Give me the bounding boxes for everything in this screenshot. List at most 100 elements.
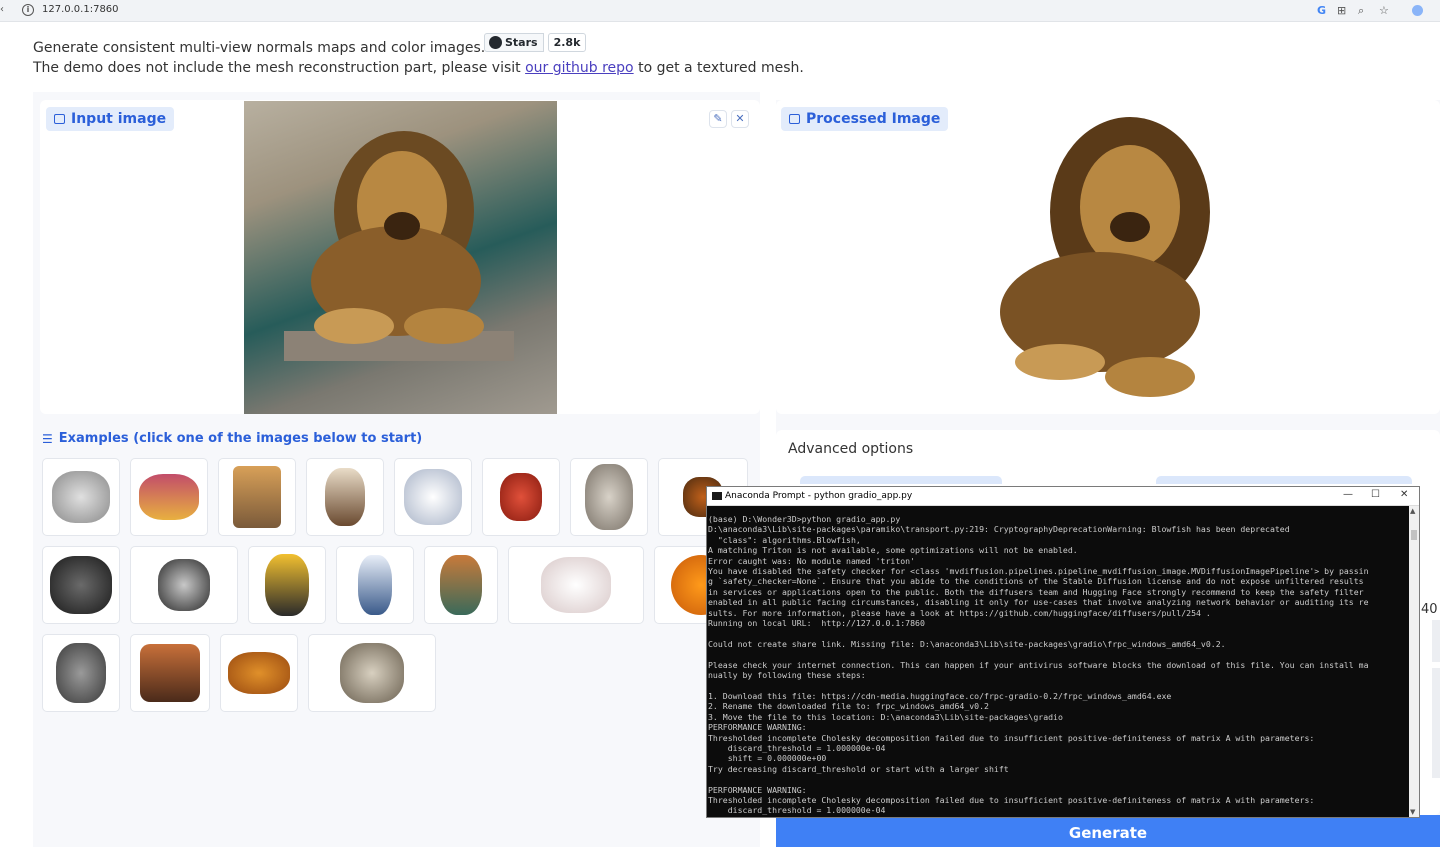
vase-example	[358, 555, 392, 615]
terminal-line: You have disabled the safety checker for…	[708, 566, 1369, 577]
terminal-line: shift = 0.000000e+00	[708, 753, 827, 764]
maximize-icon[interactable]: ☐	[1371, 489, 1380, 500]
scroll-thumb[interactable]	[1411, 530, 1417, 540]
zoom-icon[interactable]: ⌕	[1358, 4, 1364, 18]
duck-figure-example	[265, 554, 309, 616]
terminal-line: (base) D:\Wonder3D>python gradio_app.py	[708, 514, 901, 524]
terminal-line: Thresholded incomplete Cholesky decompos…	[708, 732, 1315, 743]
example-thumb[interactable]	[130, 546, 238, 624]
bread-basket-example	[233, 466, 281, 528]
skull-example	[56, 643, 106, 703]
example-thumb[interactable]	[218, 458, 296, 536]
terminal-line: A matching Triton is not available, some…	[708, 545, 1078, 556]
description-line-1: Generate consistent multi-view normals m…	[33, 40, 486, 56]
app-description: Generate consistent multi-view normals m…	[33, 38, 804, 78]
terminal-line: Could not create share link. Missing fil…	[708, 638, 1226, 649]
example-thumb[interactable]	[424, 546, 498, 624]
example-thumb[interactable]	[394, 458, 472, 536]
example-thumb[interactable]	[482, 458, 560, 536]
lion-statue-image	[284, 131, 514, 361]
scroll-up-icon[interactable]: ▲	[1410, 507, 1415, 515]
address-bar[interactable]: 127.0.0.1:7860	[42, 4, 119, 15]
cartoon-cat-example	[404, 469, 462, 525]
advanced-options-label[interactable]: Advanced options	[788, 441, 913, 457]
terminal-line: Try decreasing discard_threshold or star…	[708, 763, 1009, 774]
terminal-output[interactable]: (base) D:\Wonder3D>python gradio_app.py D…	[707, 514, 1409, 817]
option-value: 40	[1421, 602, 1438, 617]
github-repo-link[interactable]: our github repo	[525, 60, 634, 76]
example-thumb[interactable]	[306, 458, 384, 536]
terminal-line: Thresholded incomplete Cholesky decompos…	[708, 794, 1315, 805]
translate-icon[interactable]: ⊞	[1337, 4, 1346, 17]
cat-figure-example	[325, 468, 365, 526]
github-icon	[489, 36, 502, 49]
owl-figure-example	[440, 555, 482, 615]
terminal-window[interactable]: Anaconda Prompt - python gradio_app.py —…	[706, 486, 1420, 818]
processed-lion-image	[1000, 117, 1210, 397]
example-thumb[interactable]	[42, 634, 120, 712]
terminal-line: in services or applications open to the …	[708, 586, 1364, 597]
terminal-line: sults. For more information, please have…	[708, 607, 1211, 618]
example-thumb[interactable]	[42, 546, 120, 624]
terminal-line: enabled in all public facing circumstanc…	[708, 597, 1369, 608]
close-window-icon[interactable]: ✕	[1400, 489, 1408, 500]
tiger-head-example	[52, 471, 110, 523]
stars-count: 2.8k	[547, 33, 587, 52]
github-stars-button[interactable]: Stars	[484, 33, 544, 52]
example-thumb[interactable]	[130, 634, 210, 712]
option-slider-track[interactable]	[1432, 620, 1440, 662]
scroll-down-icon[interactable]: ▼	[1410, 808, 1415, 816]
terminal-line: Please check your internet connection. T…	[708, 659, 1369, 670]
google-icon[interactable]: G	[1317, 4, 1326, 17]
bookmark-star-icon[interactable]: ☆	[1379, 4, 1389, 17]
option-tab[interactable]	[800, 476, 1002, 484]
image-icon	[789, 114, 800, 124]
terminal-titlebar[interactable]: Anaconda Prompt - python gradio_app.py —…	[707, 487, 1419, 506]
terminal-line: 3. Move the file to this location: D:\an…	[708, 711, 1063, 722]
tomato-creature-example	[500, 473, 542, 521]
lion-head-example	[340, 643, 404, 703]
terminal-line: PERFORMANCE WARNING:	[708, 722, 807, 733]
generate-button[interactable]: Generate	[776, 815, 1440, 847]
input-image[interactable]	[244, 101, 557, 414]
minimize-icon[interactable]: —	[1343, 489, 1353, 500]
terminal-line: Running on local URL: http://127.0.0.1:7…	[708, 618, 925, 629]
terminal-line: D:\anaconda3\Lib\site-packages\paramiko\…	[708, 524, 1290, 535]
terminal-line: "class": algorithms.Blowfish,	[708, 534, 861, 545]
pig-plush-example	[541, 557, 611, 613]
terminal-line: PERFORMANCE WARNING:	[708, 784, 807, 795]
option-tab[interactable]	[1156, 476, 1412, 484]
example-thumb[interactable]	[570, 458, 648, 536]
example-thumb[interactable]	[220, 634, 298, 712]
example-thumb[interactable]	[248, 546, 326, 624]
example-thumb[interactable]	[308, 634, 436, 712]
list-icon: ☰	[42, 431, 53, 446]
input-image-tools: ✎ ✕	[709, 110, 749, 128]
ornate-box-example	[139, 474, 199, 520]
terminal-scrollbar[interactable]: ▲ ▼	[1409, 506, 1419, 817]
edit-pencil-icon[interactable]: ✎	[709, 110, 727, 128]
teapot-metal-example	[158, 559, 210, 611]
doll-figure-example	[585, 464, 633, 530]
terminal-line: 2. Rename the downloaded file to: frpc_w…	[708, 701, 989, 712]
example-thumb[interactable]	[508, 546, 644, 624]
terminal-line: g `safety_checker=None`. Ensure that you…	[708, 576, 1364, 587]
example-thumb[interactable]	[42, 458, 120, 536]
site-info-icon[interactable]: i	[22, 4, 34, 16]
example-thumb[interactable]	[336, 546, 414, 624]
option-field[interactable]	[1432, 668, 1440, 778]
github-stars-badge[interactable]: Stars 2.8k	[484, 33, 587, 52]
terminal-line: discard_threshold = 1.000000e-04	[708, 742, 886, 753]
back-arrow-icon[interactable]: ‹	[0, 4, 4, 15]
close-icon[interactable]: ✕	[731, 110, 749, 128]
processed-image-label: Processed Image	[781, 107, 949, 131]
browser-toolbar: ‹ i 127.0.0.1:7860 G ⊞ ⌕ ☆	[0, 0, 1440, 22]
terminal-line: discard_threshold = 1.000000e-04	[708, 805, 886, 816]
helmet-example	[50, 556, 112, 614]
description-line-2: The demo does not include the mesh recon…	[33, 60, 804, 76]
profile-avatar[interactable]	[1412, 5, 1423, 16]
example-thumb[interactable]	[130, 458, 208, 536]
